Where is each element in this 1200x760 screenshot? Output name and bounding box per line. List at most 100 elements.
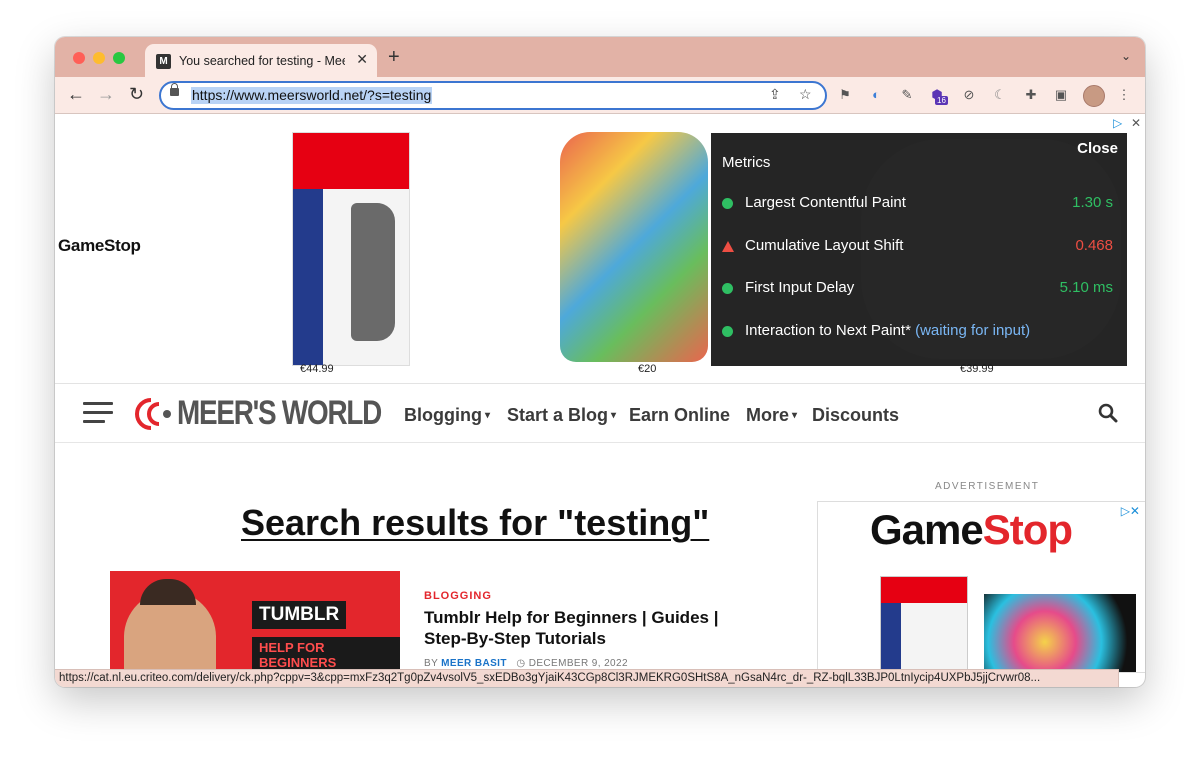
- back-button[interactable]: ←: [67, 84, 85, 104]
- metric-label: Largest Contentful Paint: [745, 194, 906, 211]
- caret-down-icon: ▾: [611, 410, 617, 421]
- menu-start-a-blog[interactable]: Start a Blog ▾: [507, 405, 616, 426]
- gamestop-logo: GameStop: [58, 236, 141, 255]
- metric-value: 1.30 s: [1072, 194, 1113, 211]
- forward-button[interactable]: →: [97, 84, 115, 104]
- share-icon[interactable]: ⇪: [769, 86, 781, 103]
- side-ad-logo: GameStop: [870, 506, 1073, 554]
- metric-inp: Interaction to Next Paint* (waiting for …: [711, 322, 1127, 342]
- note-extension-icon[interactable]: ✎: [899, 87, 915, 103]
- backpack-product-image[interactable]: [560, 132, 708, 362]
- price-2: €20: [638, 363, 657, 375]
- address-bar[interactable]: https://www.meersworld.net/?s=testing ⇪ …: [159, 81, 827, 110]
- post-thumbnail[interactable]: TUMBLR HELP FOR BEGINNERS: [110, 571, 400, 671]
- browser-toolbar: ← → ↻ https://www.meersworld.net/?s=test…: [55, 77, 1145, 114]
- logo-text: MEER'S WORLD: [177, 394, 382, 432]
- byline-prefix: BY: [424, 658, 438, 669]
- ad-close-icon[interactable]: ✕: [1131, 116, 1141, 130]
- minimize-window-button[interactable]: [93, 52, 105, 64]
- o-extension-icon[interactable]: ◐: [868, 87, 884, 103]
- tab-active[interactable]: M You searched for testing - Meer ✕: [145, 44, 377, 77]
- extension-badge: 16: [935, 96, 948, 105]
- author-link[interactable]: MEER BASIT: [441, 658, 507, 669]
- metric-fid: First Input Delay 5.10 ms: [711, 279, 1127, 299]
- metrics-title: Metrics: [722, 154, 771, 171]
- caret-down-icon: ▾: [484, 410, 491, 421]
- metric-label: Cumulative Layout Shift: [745, 237, 904, 254]
- close-window-button[interactable]: [73, 52, 85, 64]
- blocked-extension-icon[interactable]: ⊘: [961, 87, 977, 103]
- side-ad[interactable]: GameStop ▷✕: [817, 501, 1145, 673]
- advertisement-label: ADVERTISEMENT: [935, 481, 1040, 492]
- good-status-icon: [722, 326, 733, 337]
- clock-icon: ◷: [516, 658, 526, 669]
- side-ad-logo-a: Game: [870, 506, 984, 553]
- page-title: Search results for "testing": [241, 502, 710, 543]
- web-vitals-overlay: Metrics Close Largest Contentful Paint 1…: [711, 133, 1127, 366]
- logo-mark-icon: [135, 398, 171, 430]
- purple-extension-icon[interactable]: ⬢ 16: [929, 87, 948, 105]
- search-icon[interactable]: [1098, 403, 1118, 423]
- joycon-product-image[interactable]: [292, 132, 410, 366]
- metrics-close-button[interactable]: Close: [1077, 140, 1118, 157]
- metric-value: 5.10 ms: [1059, 279, 1113, 296]
- status-url: https://cat.nl.eu.criteo.com/delivery/ck…: [59, 672, 1041, 684]
- metric-cls: Cumulative Layout Shift 0.468: [711, 237, 1127, 257]
- hamburger-menu-icon[interactable]: [83, 402, 113, 429]
- adchoices-icon[interactable]: ▷: [1113, 116, 1122, 130]
- main-content: Search results for "testing" TUMBLR HELP…: [55, 443, 1145, 673]
- poor-status-icon: [722, 241, 734, 252]
- caret-down-icon: ▾: [792, 410, 798, 421]
- kebab-menu-icon[interactable]: ⋮: [1116, 87, 1132, 103]
- address-url[interactable]: https://www.meersworld.net/?s=testing: [191, 87, 433, 104]
- tab-search-chevron-icon[interactable]: ⌄: [1121, 49, 1131, 63]
- price-1: €44.99: [300, 363, 334, 375]
- menu-label: More: [746, 405, 790, 425]
- post-category[interactable]: BLOGGING: [424, 590, 492, 602]
- metric-label: First Input Delay: [745, 279, 855, 296]
- led-product-image: [984, 594, 1136, 672]
- swirl-extension-icon[interactable]: ☾: [992, 87, 1008, 103]
- top-ad-banner[interactable]: GameStop €44.99 €20 €39.99 ▷ ✕ Metrics C…: [55, 114, 1145, 384]
- menu-label: Earn Online: [629, 405, 731, 425]
- thumb-subtitle: HELP FOR BEGINNERS: [252, 637, 400, 671]
- reload-button[interactable]: ↻: [129, 84, 144, 104]
- good-status-icon: [722, 283, 733, 294]
- menu-earn-online[interactable]: Earn Online: [629, 405, 730, 426]
- metric-label: Interaction to Next Paint* (waiting for …: [745, 322, 1030, 339]
- site-favicon-icon: M: [156, 54, 171, 69]
- lock-icon[interactable]: [170, 83, 179, 96]
- menu-label: Start a Blog: [507, 405, 609, 425]
- menu-more[interactable]: More ▾: [746, 405, 797, 426]
- post-byline: BY MEER BASIT ◷ DECEMBER 9, 2022: [424, 658, 628, 669]
- menu-blogging[interactable]: Blogging ▾: [404, 405, 490, 426]
- new-tab-button[interactable]: +: [388, 47, 400, 67]
- post-title-link[interactable]: Tumblr Help for Beginners | Guides | Ste…: [424, 607, 744, 649]
- maximize-window-button[interactable]: [113, 52, 125, 64]
- tab-title: You searched for testing - Meer: [179, 54, 345, 68]
- menu-label: Discounts: [812, 405, 900, 425]
- good-status-icon: [722, 198, 733, 209]
- sidepanel-icon[interactable]: ▣: [1053, 87, 1069, 103]
- switch-product-image: [880, 576, 968, 672]
- profile-avatar[interactable]: [1083, 85, 1105, 107]
- menu-label: Blogging: [404, 405, 482, 425]
- site-header: MEER'S WORLD Blogging ▾ Start a Blog ▾ Ear…: [55, 384, 1145, 443]
- metric-value: (waiting for input): [915, 322, 1031, 339]
- hair-shape: [140, 579, 196, 605]
- metric-label-text: Interaction to Next Paint*: [745, 322, 911, 339]
- bookmark-star-icon[interactable]: ☆: [799, 86, 812, 103]
- tab-strip: M You searched for testing - Meer ✕ + ⌄: [55, 37, 1145, 77]
- puzzle-extensions-icon[interactable]: ✚: [1023, 87, 1039, 103]
- metric-lcp: Largest Contentful Paint 1.30 s: [711, 194, 1127, 214]
- post-date: DECEMBER 9, 2022: [528, 658, 628, 669]
- side-ad-logo-b: Stop: [982, 506, 1073, 553]
- flag-extension-icon[interactable]: ⚑: [837, 87, 853, 103]
- status-bar: https://cat.nl.eu.criteo.com/delivery/ck…: [55, 669, 1119, 687]
- metric-value: 0.468: [1075, 237, 1113, 254]
- tab-close-icon[interactable]: ✕: [356, 51, 368, 68]
- browser-window: M You searched for testing - Meer ✕ + ⌄ …: [55, 37, 1145, 687]
- menu-discounts[interactable]: Discounts: [812, 405, 899, 426]
- thumb-title: TUMBLR: [252, 601, 347, 629]
- adchoices-icon[interactable]: ▷✕: [1121, 504, 1140, 518]
